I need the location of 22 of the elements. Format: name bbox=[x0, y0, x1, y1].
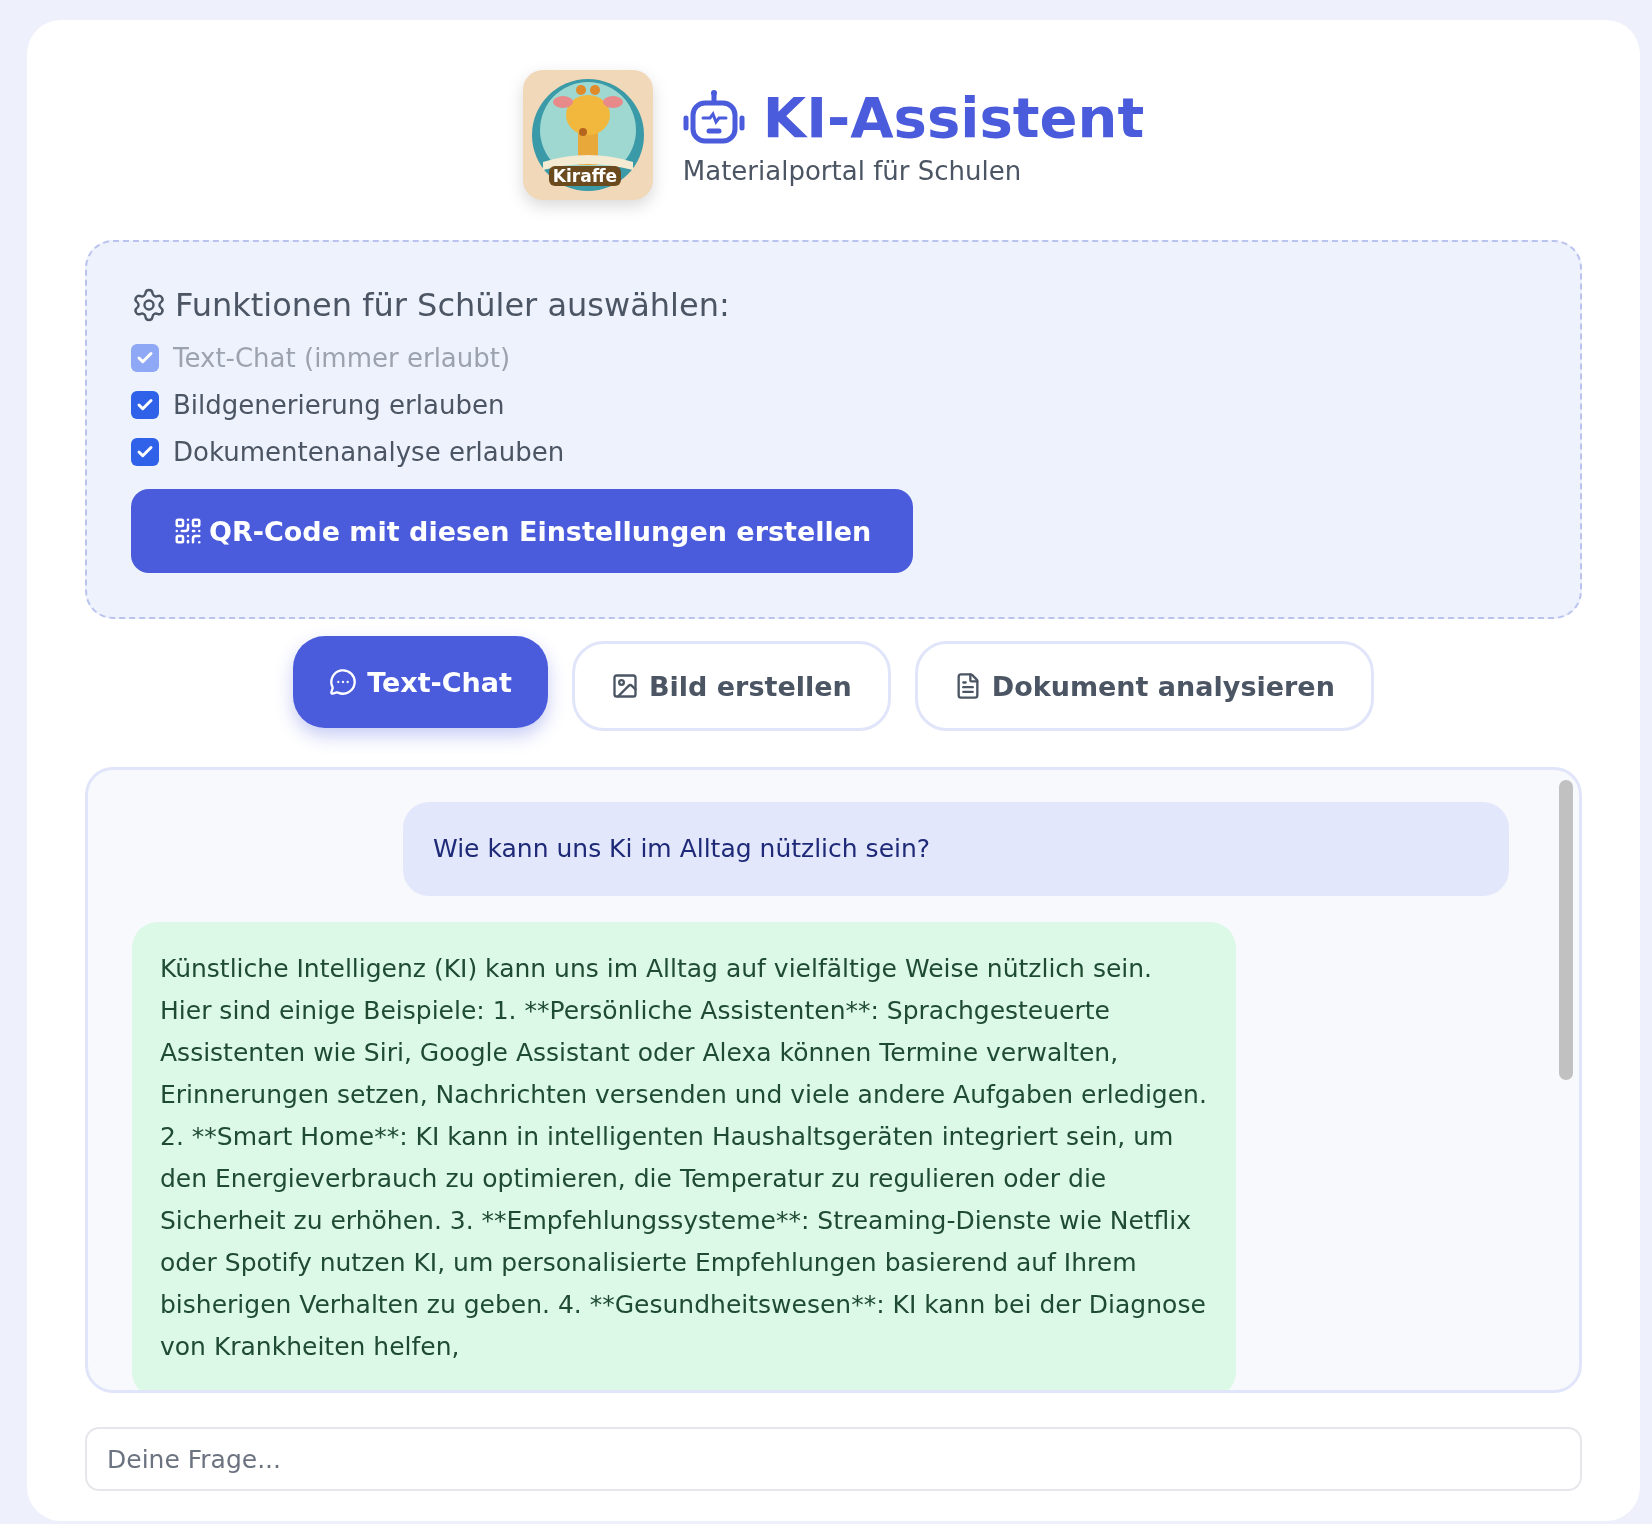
qr-code-button[interactable]: QR-Code mit diesen Einstellungen erstellen bbox=[131, 489, 914, 573]
checkbox[interactable] bbox=[131, 437, 159, 466]
checkbox-label: Dokumentenanalyse erlauben bbox=[173, 436, 565, 467]
scrollbar-thumb[interactable] bbox=[1559, 780, 1573, 1080]
app-title: KI-Assistent bbox=[762, 84, 1145, 150]
tab[interactable]: Text-Chat bbox=[293, 636, 548, 728]
robot-icon bbox=[682, 88, 745, 146]
settings-heading: Funktionen für Schüler auswählen: bbox=[175, 286, 730, 324]
logo-text: Kiraffe bbox=[548, 166, 621, 186]
tab[interactable]: Bild erstellen bbox=[571, 641, 891, 731]
subtitle: Materialportal für Schulen bbox=[682, 155, 1023, 186]
image-icon bbox=[610, 672, 639, 700]
checkbox[interactable] bbox=[131, 390, 159, 419]
chat-bubble-icon bbox=[329, 668, 358, 696]
user-message: Wie kann uns Ki im Alltag nützlich sein? bbox=[403, 802, 1509, 896]
qr-code-icon bbox=[173, 516, 203, 546]
checkbox-label: Text-Chat (immer erlaubt) bbox=[173, 342, 511, 373]
question-field[interactable]: Deine Frage... bbox=[85, 1427, 1582, 1491]
checkbox-label: Bildgenerierung erlauben bbox=[173, 389, 505, 420]
settings-icon bbox=[131, 287, 167, 323]
tab[interactable]: Dokument analysieren bbox=[914, 641, 1374, 731]
assistant-message: Künstliche Intelligenz (KI) kann uns im Alltag auf vielfältige Weise nützlich sein. Hier sind einige Beispiele: 1. **Persönliche Assistenten**: Sprachgesteuerte Assistenten wie Siri, Google Assistant oder Alexa können Termine verwalten, Erinnerungen setzen, Nachrichten versenden und viele andere Aufgaben erledigen. 2. **Smart Home**: KI kann in intelligenten Haushaltsgeräten integriert sein, um den Energieverbrauch zu optimieren, die Temperatur zu regulieren oder die Sicherheit zu erhöhen. 3. **Empfehlungssysteme**: Streaming-Dienste wie Netflix oder Spotify nutzen KI, um personalisierte Empfehlungen basierend auf Ihrem bisherigen Verhalten zu geben. 4. **Gesundheitswesen**: KI kann bei der Diagnose von Krankheiten helfen, bbox=[132, 922, 1236, 1390]
